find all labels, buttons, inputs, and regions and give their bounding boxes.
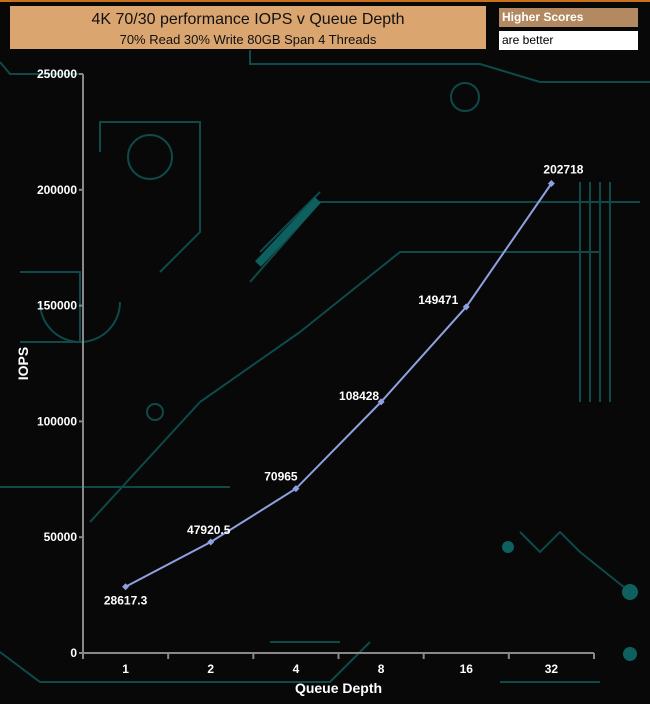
data-label: 149471 (418, 293, 458, 307)
chart-subtitle: 70% Read 30% Write 80GB Span 4 Threads (119, 32, 377, 47)
x-tick-label: 1 (122, 662, 129, 676)
data-label: 28617.3 (104, 594, 148, 608)
y-tick-label: 50000 (44, 530, 78, 544)
legend-are-better: are better (499, 31, 638, 50)
y-tick-label: 150000 (37, 299, 77, 313)
x-tick-label: 32 (545, 662, 559, 676)
x-tick-label: 4 (293, 662, 300, 676)
y-tick-label: 0 (70, 646, 77, 660)
chart-title: 4K 70/30 performance IOPS v Queue Depth (91, 11, 405, 28)
x-tick-label: 2 (207, 662, 214, 676)
circuit-background: 0 50000 100000 150000 200000 250000 1 2 4 8 16 32 Qu… (0, 50, 650, 696)
x-axis-label: Queue Depth (295, 680, 382, 696)
x-tick-label: 8 (378, 662, 385, 676)
data-label: 47920.5 (187, 523, 231, 537)
y-tick-label: 100000 (37, 414, 77, 428)
data-label: 202718 (543, 163, 583, 177)
legend-higher-scores: Higher Scores (499, 8, 638, 27)
title-box: 4K 70/30 performance IOPS v Queue Depth … (10, 6, 486, 49)
x-tick-label: 16 (460, 662, 474, 676)
data-label: 70965 (264, 470, 298, 484)
y-tick-label: 200000 (37, 183, 77, 197)
y-axis-label: IOPS (15, 347, 31, 380)
chart-root: 0 50000 100000 150000 200000 250000 1 2 4 8 16 32 Qu… (0, 0, 650, 704)
data-label: 108428 (339, 389, 379, 403)
data-point (122, 583, 130, 591)
y-tick-label: 250000 (37, 67, 77, 81)
